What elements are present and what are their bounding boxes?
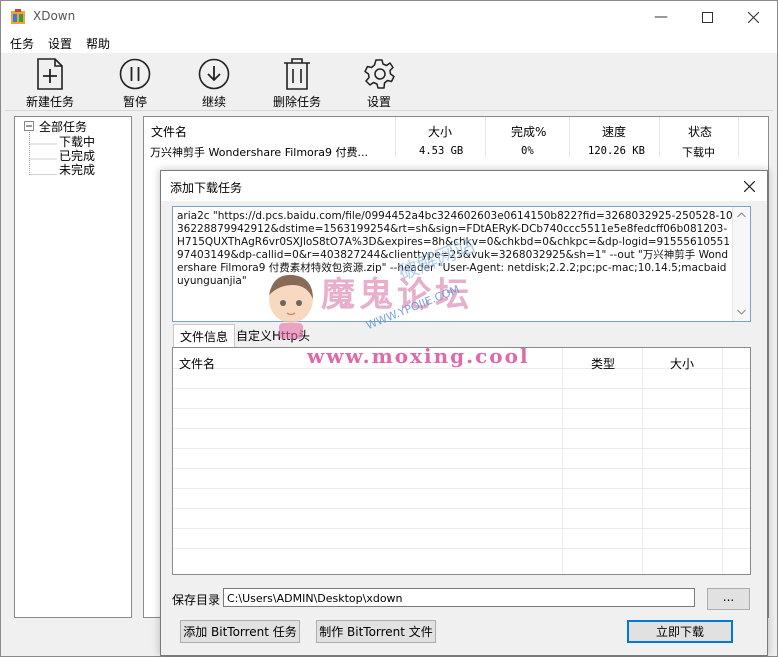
- add-bittorrent-button[interactable]: 添加 BitTorrent 任务: [180, 620, 300, 643]
- maximize-button[interactable]: [684, 1, 730, 33]
- tree-item-incomplete[interactable]: 未完成: [59, 161, 95, 178]
- file-column-name[interactable]: 文件名: [179, 355, 215, 372]
- tree-lines: [29, 132, 57, 175]
- watermark-url: www.moxing.cool: [307, 344, 530, 368]
- main-window: XDown — 任务 设置 帮助 新建任务 暂停 继续 删除任务 设置 全部任务…: [0, 0, 778, 657]
- close-button[interactable]: [730, 1, 776, 33]
- pause-icon: [119, 58, 151, 90]
- window-title: XDown: [33, 9, 76, 23]
- task-status: 下载中: [682, 146, 715, 159]
- close-icon: [743, 180, 755, 192]
- settings-button[interactable]: 设置: [354, 54, 404, 110]
- settings-label: 设置: [366, 95, 391, 109]
- tab-file-info[interactable]: 文件信息: [173, 324, 235, 347]
- download-now-button[interactable]: 立即下载: [627, 620, 733, 643]
- column-header-progress[interactable]: 完成%: [511, 123, 546, 140]
- save-dir-label: 保存目录: [172, 593, 221, 607]
- file-column-size[interactable]: 大小: [670, 355, 694, 372]
- task-speed: 120.26 KB: [588, 145, 645, 157]
- dialog-close-button[interactable]: [731, 171, 767, 201]
- menu-task[interactable]: 任务: [10, 35, 34, 52]
- file-list: 文件名 类型 大小: [172, 347, 751, 575]
- column-header-filename[interactable]: 文件名: [151, 123, 187, 140]
- make-bittorrent-button[interactable]: 制作 BitTorrent 文件: [316, 620, 436, 643]
- pause-button[interactable]: 暂停: [110, 54, 160, 110]
- menu-settings[interactable]: 设置: [48, 35, 72, 52]
- mascot-watermark-image: [269, 274, 313, 339]
- minimize-icon: —: [654, 9, 668, 25]
- file-column-type[interactable]: 类型: [591, 355, 615, 372]
- new-file-icon: [37, 58, 63, 90]
- scroll-down-icon[interactable]: [737, 309, 746, 315]
- task-size: 4.53 GB: [419, 145, 464, 157]
- resume-button[interactable]: 继续: [189, 54, 239, 110]
- trash-icon: [284, 58, 310, 90]
- new-task-label: 新建任务: [25, 95, 74, 109]
- delete-task-label: 删除任务: [272, 95, 321, 109]
- toolbar: 新建任务 暂停 继续 删除任务 设置: [5, 54, 773, 111]
- new-task-button[interactable]: 新建任务: [25, 54, 75, 110]
- dialog-title: 添加下载任务: [170, 181, 243, 195]
- title-bar: XDown —: [1, 1, 777, 33]
- column-header-size[interactable]: 大小: [428, 123, 452, 140]
- gear-icon: [364, 59, 395, 89]
- resume-label: 继续: [201, 95, 226, 109]
- column-header-status[interactable]: 状态: [688, 123, 712, 140]
- pause-label: 暂停: [122, 95, 147, 109]
- scroll-up-icon[interactable]: [737, 212, 746, 218]
- delete-task-button[interactable]: 删除任务: [267, 54, 327, 110]
- maximize-icon: [701, 11, 713, 23]
- resume-icon: [198, 58, 230, 90]
- command-scrollbar[interactable]: [732, 207, 750, 321]
- menu-bar: 任务 设置 帮助: [1, 33, 777, 53]
- browse-button[interactable]: ...: [707, 588, 750, 610]
- task-filename: 万兴神剪手 Wondershare Filmora9 付费...: [150, 146, 369, 159]
- collapse-icon[interactable]: [24, 121, 34, 131]
- app-icon: [10, 9, 26, 25]
- close-icon: [747, 11, 759, 23]
- column-header-speed[interactable]: 速度: [602, 123, 626, 140]
- save-dir-input[interactable]: C:\Users\ADMIN\Desktop\xdown: [223, 588, 695, 607]
- minimize-button[interactable]: —: [638, 1, 684, 33]
- task-tree: 全部任务 下载中 已完成 未完成: [14, 116, 132, 618]
- dialog-title-bar: 添加下载任务: [161, 171, 767, 201]
- menu-help[interactable]: 帮助: [86, 35, 110, 52]
- task-progress: 0%: [521, 145, 534, 157]
